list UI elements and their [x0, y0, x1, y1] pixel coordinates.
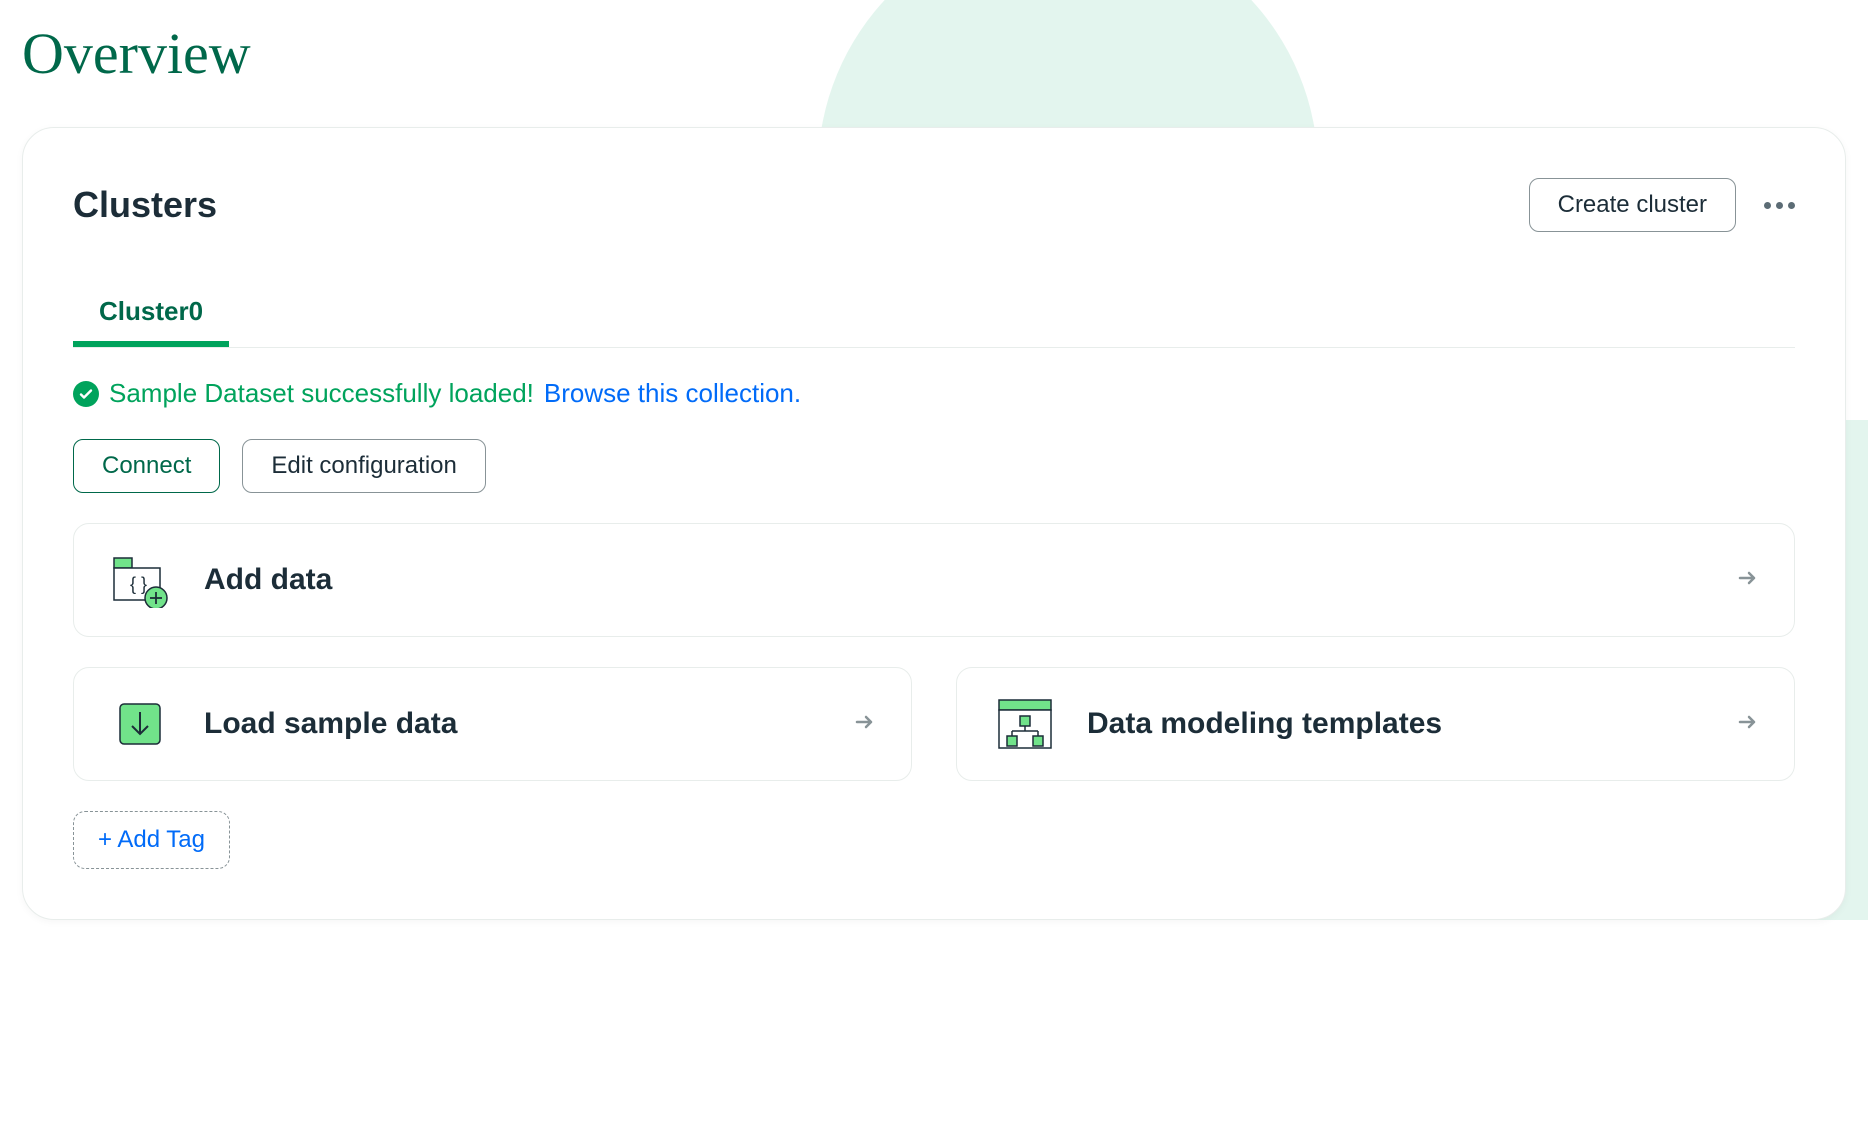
data-modeling-templates-label: Data modeling templates: [1087, 707, 1442, 741]
load-sample-data-card[interactable]: Load sample data: [73, 667, 912, 781]
status-text: Sample Dataset successfully loaded!: [109, 378, 534, 409]
load-sample-data-label: Load sample data: [204, 707, 457, 741]
arrow-right-icon: [1736, 710, 1760, 739]
svg-text:{ }: { }: [130, 574, 147, 594]
arrow-right-icon: [1736, 566, 1760, 595]
cluster-tabs: Cluster0: [73, 282, 1795, 348]
page-title: Overview: [22, 20, 1868, 87]
add-data-label: Add data: [204, 563, 332, 597]
download-icon: [108, 696, 172, 752]
arrow-right-icon: [853, 710, 877, 739]
edit-configuration-button[interactable]: Edit configuration: [242, 439, 485, 493]
tab-cluster0[interactable]: Cluster0: [73, 282, 229, 347]
more-options-icon[interactable]: [1764, 202, 1795, 209]
status-message: Sample Dataset successfully loaded! Brow…: [73, 378, 1795, 409]
add-data-card[interactable]: { } Add data: [73, 523, 1795, 637]
hierarchy-icon: [991, 696, 1055, 752]
check-circle-icon: [73, 381, 99, 407]
add-data-icon: { }: [108, 552, 172, 608]
panel-title: Clusters: [73, 184, 217, 226]
clusters-panel: Clusters Create cluster Cluster0 Sample …: [22, 127, 1846, 920]
browse-collection-link[interactable]: Browse this collection.: [544, 378, 801, 409]
connect-button[interactable]: Connect: [73, 439, 220, 493]
add-tag-button[interactable]: + Add Tag: [73, 811, 230, 869]
create-cluster-button[interactable]: Create cluster: [1529, 178, 1736, 232]
data-modeling-templates-card[interactable]: Data modeling templates: [956, 667, 1795, 781]
